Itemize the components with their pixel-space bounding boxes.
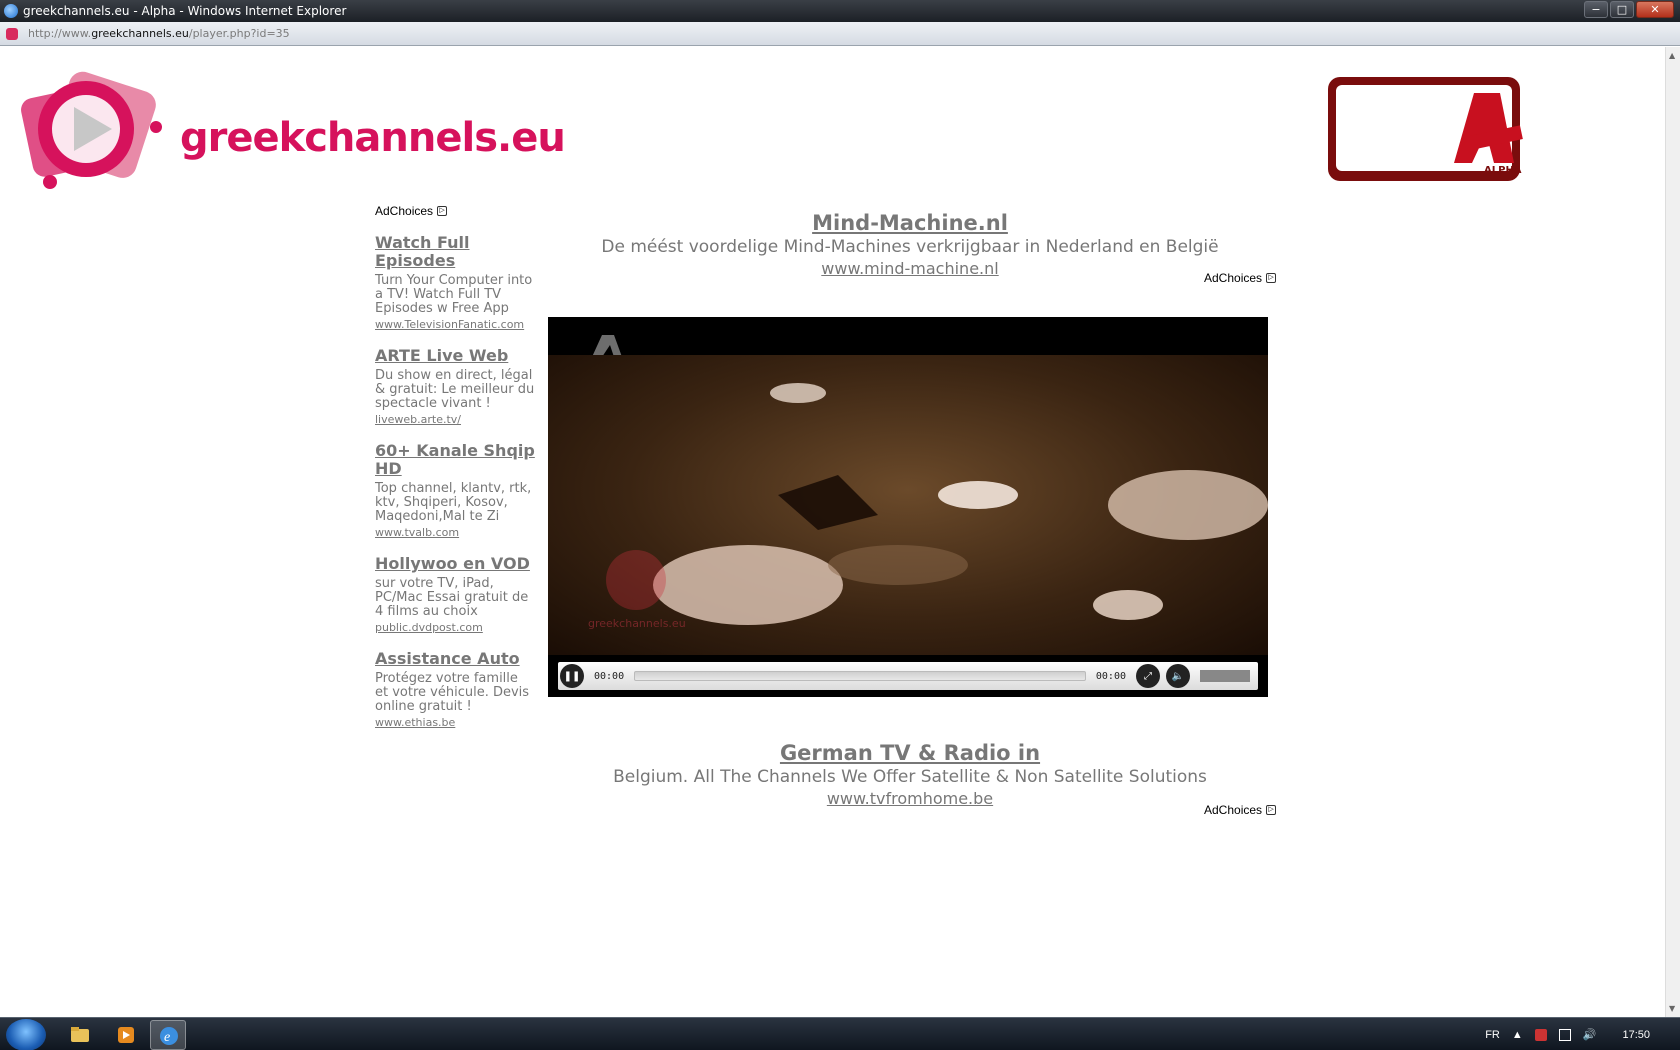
bottom-ad-url[interactable]: www.tvfromhome.be (560, 788, 1260, 810)
adchoices-label[interactable]: AdChoices ▷ (375, 204, 535, 218)
adchoices-icon: ▷ (437, 206, 448, 216)
top-ad-url[interactable]: www.mind-machine.nl (560, 258, 1260, 280)
site-favicon-icon (6, 27, 18, 40)
left-ad-title[interactable]: ARTE Live Web (375, 347, 535, 365)
pause-button[interactable]: ❚❚ (560, 664, 584, 688)
bottom-ad: German TV & Radio in Belgium. All The Ch… (560, 740, 1260, 810)
seek-bar[interactable] (634, 671, 1086, 681)
internet-explorer-icon (4, 4, 18, 18)
top-ad-description: De méést voordelige Mind-Machines verkri… (601, 237, 1219, 257)
taskbar-media-player[interactable] (108, 1020, 144, 1050)
minimize-button[interactable]: − (1584, 1, 1608, 18)
bottom-ad-title[interactable]: German TV & Radio in (560, 740, 1260, 766)
top-adchoices[interactable]: AdChoices ▷ (1204, 271, 1277, 285)
left-ad-title[interactable]: 60+ Kanale Shqip HD (375, 442, 535, 478)
adchoices-icon: ▷ (1266, 273, 1277, 283)
left-ad-description: Top channel, klantv, rtk, ktv, Shqiperi,… (375, 481, 532, 524)
url-path: /player.php?id=35 (188, 27, 290, 40)
vertical-scrollbar[interactable]: ▲ ▼ (1665, 47, 1680, 1017)
window-controls: − □ ✕ (1584, 1, 1674, 18)
internet-explorer-icon: e (160, 1027, 178, 1045)
taskbar: e FR ▲ 🔊 17:50 (0, 1017, 1680, 1050)
left-ad: 60+ Kanale Shqip HD Top channel, klantv, … (375, 442, 535, 540)
left-ad-title[interactable]: Watch Full Episodes (375, 234, 535, 270)
logo-text: greekchannels.eu (180, 115, 566, 161)
site-logo[interactable]: greekchannels.eu (18, 67, 566, 189)
tray-expand-icon[interactable]: ▲ (1512, 1029, 1523, 1041)
left-ad-url[interactable]: www.ethias.be (375, 716, 535, 729)
video-watermark-text: greekchannels.eu (588, 617, 686, 630)
scroll-down-icon[interactable]: ▼ (1669, 1004, 1675, 1013)
top-ad: Mind-Machine.nl De méést voordelige Mind… (560, 210, 1260, 280)
svg-text:e: e (164, 1030, 170, 1045)
left-ad: Watch Full Episodes Turn Your Computer in… (375, 234, 535, 332)
scroll-up-icon[interactable]: ▲ (1669, 51, 1675, 60)
fullscreen-button[interactable]: ⤢ (1136, 664, 1160, 688)
video-content (606, 383, 1268, 625)
volume-icon[interactable]: 🔊 (1583, 1028, 1597, 1041)
language-indicator[interactable]: FR (1485, 1029, 1500, 1041)
current-time: 00:00 (594, 670, 625, 682)
restore-button[interactable]: □ (1610, 1, 1634, 18)
left-ad-url[interactable]: public.dvdpost.com (375, 621, 535, 634)
action-center-icon[interactable] (1534, 1028, 1547, 1041)
left-ad: Hollywoo en VOD sur votre TV, iPad, PC/Ma… (375, 555, 535, 635)
taskbar-explorer[interactable] (62, 1020, 98, 1050)
alpha-logo-label: ALPHA (1484, 165, 1522, 176)
top-ad-title[interactable]: Mind-Machine.nl (560, 210, 1260, 236)
window-titlebar: greekchannels.eu - Alpha - Windows Inter… (0, 0, 1680, 22)
web-page: greekchannels.eu ALPHA AdChoices ▷ Watch… (0, 47, 1665, 1017)
left-ad: Assistance Auto Protégez votre famille et… (375, 650, 535, 730)
left-ad-column: AdChoices ▷ Watch Full Episodes Turn Your… (375, 204, 535, 729)
volume-slider[interactable] (1200, 670, 1250, 682)
folder-icon (71, 1027, 89, 1042)
network-icon[interactable] (1558, 1028, 1571, 1041)
url-prefix: http://www. (28, 27, 92, 40)
left-ad-description: Turn Your Computer into a TV! Watch Full… (375, 273, 533, 316)
video-frame[interactable]: greekchannels.eu (548, 355, 1268, 655)
left-ad-description: Protégez votre famille et votre véhicule… (375, 671, 530, 714)
left-ad-url[interactable]: www.tvalb.com (375, 526, 535, 539)
left-ad-title[interactable]: Hollywoo en VOD (375, 555, 535, 573)
bottom-ad-description: Belgium. All The Channels We Offer Satel… (613, 767, 1207, 787)
media-player-icon (118, 1027, 134, 1043)
taskbar-internet-explorer[interactable]: e (150, 1020, 186, 1050)
left-ad-url[interactable]: www.TelevisionFanatic.com (375, 318, 535, 331)
video-player[interactable]: greekchannels.eu ❚❚ 00:00 00:00 ⤢ 🔈 (548, 317, 1268, 697)
alpha-channel-logo: ALPHA (1324, 73, 1524, 185)
system-tray: FR ▲ 🔊 17:50 (1485, 1018, 1650, 1050)
address-bar[interactable]: http://www. greekchannels.eu/player.php?i… (0, 22, 1680, 46)
start-button[interactable] (6, 1019, 46, 1050)
window-title: greekchannels.eu - Alpha - Windows Inter… (23, 4, 347, 18)
left-ad: ARTE Live Web Du show en direct, légal & … (375, 347, 535, 427)
url-domain: greekchannels.eu (91, 27, 189, 40)
close-button[interactable]: ✕ (1636, 1, 1674, 18)
adchoices-icon: ▷ (1266, 805, 1277, 815)
player-controls: ❚❚ 00:00 00:00 ⤢ 🔈 (558, 662, 1258, 690)
duration: 00:00 (1095, 670, 1126, 682)
mute-button[interactable]: 🔈 (1166, 664, 1190, 688)
bottom-adchoices[interactable]: AdChoices ▷ (1204, 803, 1277, 817)
clock[interactable]: 17:50 (1622, 1029, 1650, 1041)
left-ad-description: sur votre TV, iPad, PC/Mac Essai gratuit… (375, 576, 529, 619)
left-ad-title[interactable]: Assistance Auto (375, 650, 535, 668)
left-ad-description: Du show en direct, légal & gratuit: Le m… (375, 368, 535, 411)
left-ad-url[interactable]: liveweb.arte.tv/ (375, 413, 535, 426)
play-logo-icon (21, 71, 162, 189)
